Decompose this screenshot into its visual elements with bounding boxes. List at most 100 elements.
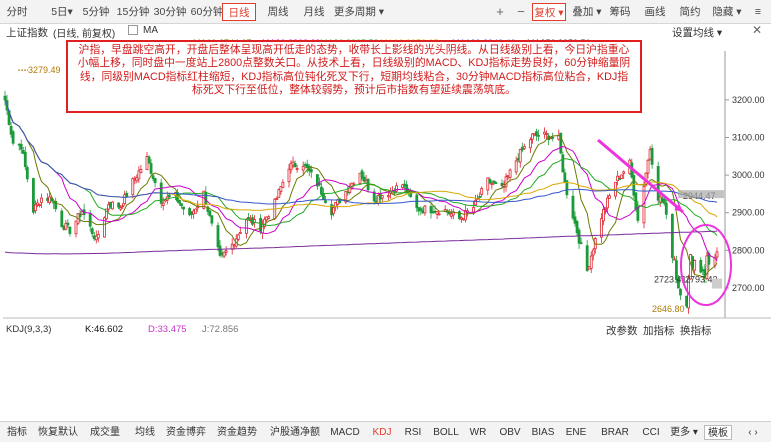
candle-body [244,219,248,234]
indicator-tab[interactable]: 更多 ▾ [669,425,699,440]
candle-body [210,215,214,224]
analysis-annotation: 沪指，早盘跳空高开，开盘后整体呈现高开低走的态势，收带长上影线的光头阴线。从日线… [66,40,642,113]
candle-body [96,234,100,239]
indicator-tab[interactable]: BRAR [596,425,634,440]
candle-body [66,222,70,226]
kdj-add-indicator[interactable]: 加指标 [643,323,675,338]
indicator-tab[interactable]: BOLL [430,425,462,440]
candle-body [119,207,123,210]
candle-body [591,249,595,256]
indicator-tab-bar: 指标 恢复默认 成交量 均线 资金博弈 资金趋势 沪股通净额 MACD KDJ RSI BOLL WR… [0,421,771,442]
candle-body [88,212,92,227]
indicator-tab[interactable]: 均线 [130,425,160,440]
candle-body [40,197,43,203]
indicator-tab[interactable]: KDJ [366,425,398,440]
candles-group [3,90,719,314]
indicator-tab[interactable]: 模板 [704,425,732,440]
candle-body [514,160,518,173]
candle-body [161,202,165,206]
candle-body [182,206,185,210]
candle-body [632,175,636,196]
candle-body [180,203,183,206]
candle-body [324,200,327,204]
indicator-tab[interactable]: 资金趋势 [213,425,261,440]
indicator-tab[interactable]: RSI [400,425,426,440]
last-price-marker [712,278,722,289]
candle-body [472,207,475,213]
candle-body [68,226,72,234]
scroll-arrows-icon[interactable]: ‹ › [738,425,768,440]
indicator-tab[interactable]: OBV [495,425,525,440]
y-tick-label: 2800.00 [732,245,765,255]
candle-body [386,195,390,198]
kdj-header: KDJ(9,3,3) K:46.602 D:33.475 J:72.856 改参… [0,322,771,337]
candle-body [222,251,226,257]
candle-body [25,167,29,180]
candle-body [301,165,305,171]
candle-body [194,208,198,214]
candle-body [224,250,228,253]
candle-body [139,168,143,173]
candle-body [332,207,336,214]
candle-body [622,171,626,174]
candle-body [125,192,129,197]
candle-body [518,149,522,163]
kdj-j-value: J:72.856 [202,324,239,335]
indicator-tab[interactable]: 恢复默认 [36,425,80,440]
candle-body [60,210,64,228]
candle-body [131,178,135,196]
candle-body [238,232,242,234]
candle-body [608,195,611,199]
kdj-switch-indicator[interactable]: 换指标 [680,323,712,338]
candle-body [167,194,171,198]
candle-body [309,169,313,173]
y-tick-label: 2900.00 [732,208,765,218]
indicator-tab[interactable]: BIAS [528,425,558,440]
candle-body [293,162,297,168]
candle-body [673,258,676,261]
candle-body [178,199,181,204]
candle-body [121,205,125,208]
candle-body [664,202,668,215]
indicator-tab[interactable]: 指标 [2,425,32,440]
y-tick-label: 2700.00 [732,283,765,293]
kdj-k-value: K:46.602 [85,324,124,335]
candle-body [423,205,427,214]
candle-body [153,177,157,184]
candle-body [419,208,423,211]
candle-body [480,188,484,195]
stock-chart-app: 分时 5日▾ 5分钟 15分钟 30分钟 60分钟 日线 周线 月线 更多周期 ▾ + − 复权 ▾ 叠加… [0,0,771,442]
candle-body [490,182,494,185]
candle-body [577,229,581,244]
candle-body [508,169,512,178]
candle-body [208,210,212,217]
candle-body [3,95,7,101]
candle-body [204,191,208,205]
candle-body [646,159,650,174]
indicator-tab[interactable]: 沪股通净额 [266,425,324,440]
indicator-tab[interactable]: WR [465,425,491,440]
candle-body [522,145,526,149]
kdj-d-value: D:33.475 [148,324,187,335]
indicator-tab[interactable]: 资金博弈 [163,425,209,440]
price-label: 2646.80 [652,304,685,314]
indicator-tab[interactable]: MACD [326,425,364,440]
candle-body [19,143,23,150]
candle-body [545,133,549,135]
candle-body [147,156,151,164]
candle-body [650,147,654,165]
indicator-tab[interactable]: 成交量 [85,425,125,440]
kdj-change-param[interactable]: 改参数 [606,323,638,338]
indicator-tab[interactable]: ENE [561,425,591,440]
candle-body [287,168,291,183]
candle-body [488,178,492,184]
candle-body [579,242,583,245]
y-tick-label: 3000.00 [732,170,765,180]
indicator-tab[interactable]: CCI [637,425,665,440]
candle-body [38,204,41,207]
candle-body [620,174,624,179]
trend-arrow-main [597,138,684,214]
candle-body [561,154,565,173]
candle-body [437,213,441,216]
y-tick-label: 3200.00 [732,95,765,105]
